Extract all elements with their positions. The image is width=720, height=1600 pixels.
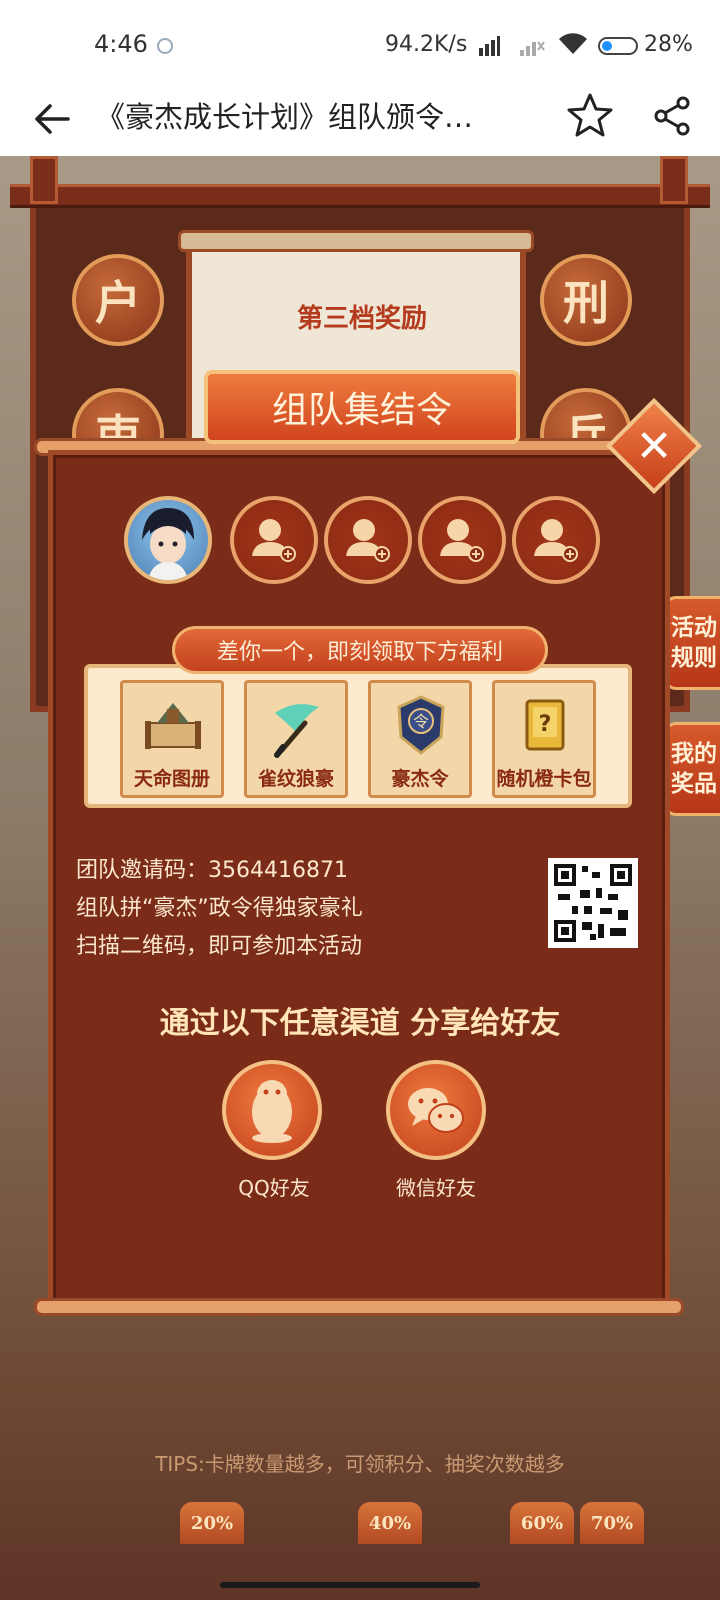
app-toolbar: 《豪杰成长计划》组队颁令…: [0, 80, 720, 156]
qr-code: [548, 858, 638, 948]
svg-text:令: 令: [413, 712, 429, 731]
reward-item-3: 令 豪杰令: [368, 680, 472, 798]
invite-code-label: 团队邀请码：: [76, 858, 209, 883]
scroll-book-icon: [145, 703, 201, 749]
beam-post-right: [660, 156, 688, 204]
scroll-roller: [178, 230, 534, 252]
network-speed: 94.2K/s: [385, 32, 468, 57]
share-wechat-button[interactable]: [386, 1060, 486, 1160]
cell-signal-icon: [479, 36, 500, 56]
share-icon[interactable]: [650, 94, 694, 138]
reward-item-4: ? 随机橙卡包: [492, 680, 596, 798]
invite-slot-2[interactable]: [324, 496, 412, 584]
reward-item-2: 雀纹狼豪: [244, 680, 348, 798]
cell-signal-2-icon: [520, 41, 545, 56]
beam-post-left: [30, 156, 58, 204]
invite-slot-1[interactable]: [230, 496, 318, 584]
battery-level: 28%: [644, 32, 693, 57]
notification-icon: [157, 38, 173, 54]
progress-marker: 60%: [510, 1502, 574, 1544]
page-title: 《豪杰成长计划》组队颁令…: [96, 100, 474, 134]
progress-marker: 20%: [180, 1502, 244, 1544]
avatar-self: [124, 496, 212, 584]
reward-label: 雀纹狼豪: [257, 768, 334, 790]
reward-label: 随机橙卡包: [496, 768, 592, 790]
add-member-icon: [534, 519, 578, 562]
share-qq-button[interactable]: [222, 1060, 322, 1160]
svg-text:?: ?: [539, 712, 552, 737]
home-indicator[interactable]: [220, 1582, 480, 1588]
invite-slot-4[interactable]: [512, 496, 600, 584]
scroll-heading: 第三档奖励: [296, 304, 427, 334]
share-heading-text: 通过以下任意渠道 分享给好友: [159, 1006, 561, 1041]
progress-marker: 70%: [580, 1502, 644, 1544]
benefit-banner: 差你一个，即刻领取下方福利: [172, 626, 548, 674]
seal-hu: 户: [72, 254, 164, 346]
close-icon[interactable]: ✕: [620, 412, 688, 480]
seal-xing: 刑: [540, 254, 632, 346]
battery-icon: [598, 37, 638, 55]
add-member-icon: [252, 519, 296, 562]
wechat-icon: [408, 1088, 464, 1133]
status-bar: 4:46 94.2K/s 28%: [0, 0, 720, 80]
my-prizes-tab[interactable]: 我的奖品: [664, 722, 720, 816]
activity-rules-tab[interactable]: 活动规则: [664, 596, 720, 690]
qq-penguin-icon: [252, 1080, 292, 1143]
reward-label: 豪杰令: [391, 768, 449, 790]
tips-text: TIPS:卡牌数量越多，可领积分、抽奖次数越多: [155, 1452, 565, 1476]
wifi-icon: [559, 33, 587, 54]
progress-marker: 40%: [358, 1502, 422, 1544]
qr-code-icon: [554, 864, 632, 942]
share-qq-label: QQ好友: [238, 1176, 310, 1200]
invite-slot-3[interactable]: [418, 496, 506, 584]
anime-avatar-icon: [142, 508, 194, 580]
modal-bottom-roller: [34, 1298, 684, 1316]
back-arrow-icon[interactable]: [28, 94, 78, 144]
add-member-icon: [440, 519, 484, 562]
modal-title: 组队集结令: [204, 370, 520, 444]
brush-icon: [274, 704, 319, 758]
game-page: 户 刑 吏 兵 第三档奖励 活动规则 我的奖品 组队集结令 ✕ 差你一个，即刻领…: [0, 156, 720, 1600]
info-line-1: 组队拼“豪杰”政令得独家豪礼: [76, 896, 363, 921]
invite-code-line: 团队邀请码：3564416871: [76, 852, 348, 884]
share-wechat-label: 微信好友: [396, 1176, 476, 1200]
reward-label: 天命图册: [133, 768, 210, 790]
info-line-2: 扫描二维码，即可参加本活动: [76, 934, 363, 959]
share-heading: 通过以下任意渠道 分享给好友: [0, 998, 720, 1042]
invite-code[interactable]: 3564416871: [208, 858, 348, 883]
mystery-card-icon: ?: [525, 699, 565, 751]
add-member-icon: [346, 519, 390, 562]
reward-item-1: 天命图册: [120, 680, 224, 798]
token-icon: 令: [397, 695, 445, 755]
status-time: 4:46: [94, 30, 148, 58]
top-beam: [10, 184, 710, 208]
favorite-star-icon[interactable]: [564, 90, 616, 142]
